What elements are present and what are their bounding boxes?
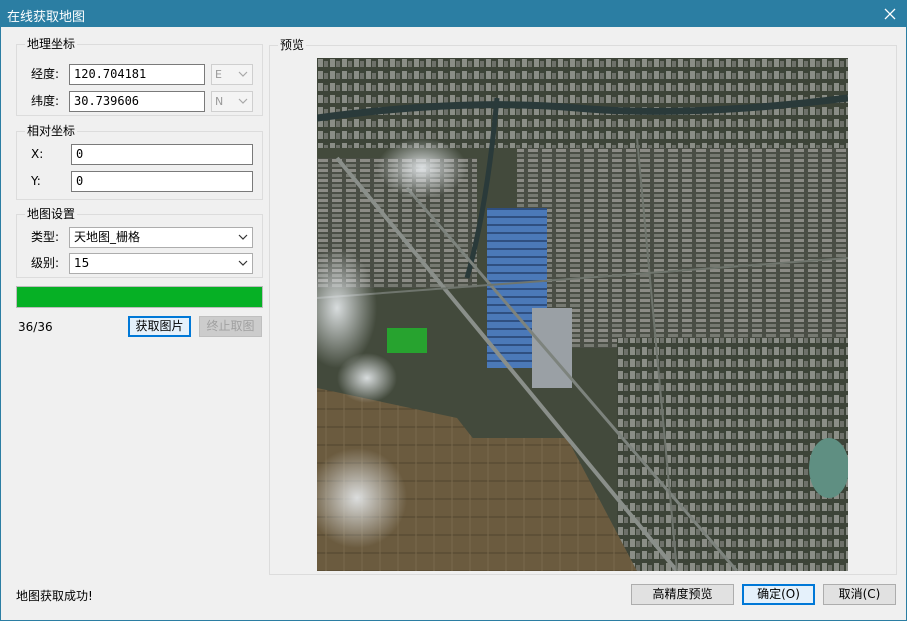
preview-title: 预览 bbox=[278, 37, 307, 53]
chevron-down-icon bbox=[238, 71, 248, 77]
zoom-level-select[interactable]: 15 bbox=[69, 253, 253, 274]
satellite-image bbox=[317, 58, 848, 571]
map-type-label: 类型: bbox=[31, 230, 60, 244]
relative-coordinates-title: 相对坐标 bbox=[25, 123, 78, 139]
close-icon bbox=[884, 8, 896, 19]
dialog-body: 地理坐标 经度: 120.704181 E 纬度: 30.739606 N 相对… bbox=[0, 27, 907, 621]
longitude-label: 经度: bbox=[31, 67, 60, 81]
progress-count: 36/36 bbox=[18, 320, 53, 334]
title-bar: 在线获取地图 bbox=[0, 0, 907, 27]
cancel-button[interactable]: 取消(C) bbox=[823, 584, 896, 605]
x-label: X: bbox=[31, 147, 44, 161]
x-input[interactable]: 0 bbox=[71, 144, 253, 165]
latitude-label: 纬度: bbox=[31, 94, 60, 108]
latitude-input[interactable]: 30.739606 bbox=[69, 91, 205, 112]
chevron-down-icon bbox=[238, 98, 248, 104]
window-title: 在线获取地图 bbox=[7, 10, 86, 25]
stop-fetch-button[interactable]: 终止取图 bbox=[199, 316, 262, 337]
longitude-direction-value: E bbox=[215, 68, 222, 81]
map-type-select[interactable]: 天地图_栅格 bbox=[69, 227, 253, 248]
progress-fill bbox=[17, 287, 262, 307]
chevron-down-icon bbox=[238, 260, 248, 266]
y-label: Y: bbox=[31, 174, 41, 188]
y-input[interactable]: 0 bbox=[71, 171, 253, 192]
latitude-direction-select[interactable]: N bbox=[211, 91, 253, 112]
longitude-input[interactable]: 120.704181 bbox=[69, 64, 205, 85]
hd-preview-button[interactable]: 高精度预览 bbox=[631, 584, 734, 605]
ok-button[interactable]: 确定(O) bbox=[742, 584, 815, 605]
longitude-direction-select[interactable]: E bbox=[211, 64, 253, 85]
fetch-image-button[interactable]: 获取图片 bbox=[128, 316, 191, 337]
download-progress-bar bbox=[16, 286, 263, 308]
map-preview-image bbox=[317, 58, 848, 571]
zoom-level-value: 15 bbox=[74, 256, 90, 270]
map-settings-title: 地图设置 bbox=[25, 206, 78, 222]
close-button[interactable] bbox=[873, 0, 907, 27]
map-type-value: 天地图_栅格 bbox=[74, 230, 141, 244]
geo-coordinates-title: 地理坐标 bbox=[25, 36, 78, 52]
status-message: 地图获取成功! bbox=[16, 589, 93, 603]
latitude-direction-value: N bbox=[215, 95, 224, 108]
chevron-down-icon bbox=[238, 234, 248, 240]
zoom-level-label: 级别: bbox=[31, 256, 60, 270]
